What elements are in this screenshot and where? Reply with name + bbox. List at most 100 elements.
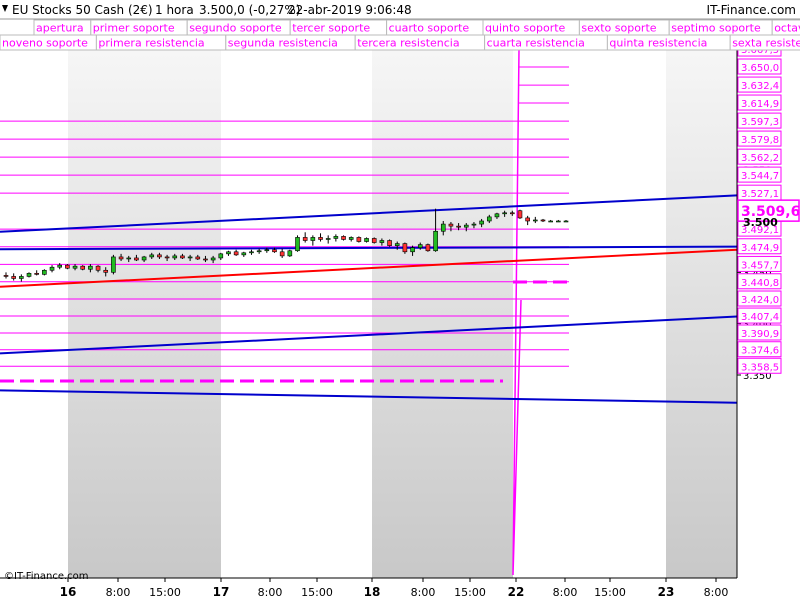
candle-body	[333, 236, 339, 239]
level-label: 3.632,4	[741, 81, 779, 92]
candle-body	[433, 230, 438, 252]
candle-body	[103, 269, 109, 273]
legend-item-label: quinta resistencia	[609, 37, 707, 50]
legend-item-label: cuarto soporte	[389, 22, 470, 35]
instrument-name: EU Stocks 50 Cash (2€)	[12, 3, 153, 17]
candle-body	[548, 220, 553, 223]
candle-body	[540, 219, 546, 222]
legend-item-label: tercer soporte	[292, 22, 370, 35]
candle-body	[164, 256, 170, 259]
x-tick-label: 15:00	[149, 586, 181, 599]
candle-body	[287, 250, 293, 257]
candle-body	[3, 275, 9, 277]
legend-item-label: sexta resistencia	[732, 37, 800, 50]
x-tick-label: 15:00	[594, 586, 626, 599]
candle-body	[272, 249, 277, 253]
candle-body	[187, 256, 193, 259]
session-shade	[68, 50, 221, 578]
candle-body	[417, 244, 423, 248]
copyright-text: ©IT-Finance.com	[4, 571, 89, 582]
candle-body	[264, 249, 270, 252]
candle-body	[502, 212, 507, 215]
candle-body	[256, 250, 262, 253]
candle-body	[410, 247, 415, 253]
x-tick-label: 17	[213, 585, 230, 599]
candle-body	[241, 252, 247, 256]
last-price-label: 3.500	[743, 216, 778, 229]
candle-body	[118, 256, 124, 260]
legend-item-label: tercera resistencia	[357, 37, 459, 50]
level-label: 3.457,7	[741, 260, 779, 271]
level-label: 3.614,9	[741, 99, 779, 110]
candle-body	[310, 237, 316, 241]
level-label: 3.527,1	[741, 189, 779, 200]
candle-body	[149, 254, 155, 258]
candle-body	[440, 223, 446, 232]
level-label: 3.424,0	[741, 295, 779, 306]
legend-item-label: segundo soporte	[189, 22, 282, 35]
candle-body	[111, 256, 116, 273]
candle-body	[318, 237, 323, 240]
session-shade	[666, 50, 737, 578]
candle-body	[279, 251, 285, 257]
level-label: 3.562,2	[741, 153, 779, 164]
candle-body	[471, 223, 477, 226]
legend-item-label: cuarta resistencia	[487, 37, 585, 50]
level-label: 3.358,5	[741, 362, 779, 373]
candle-body	[563, 220, 569, 223]
candle-body	[57, 264, 62, 268]
candle-body	[510, 212, 515, 215]
candle-body	[486, 216, 492, 222]
x-tick-label: 15:00	[301, 586, 333, 599]
candle-body	[371, 238, 377, 243]
candle-body	[210, 257, 216, 261]
x-tick-label: 18	[364, 585, 381, 599]
candle-body	[348, 237, 354, 240]
candle-body	[141, 256, 147, 261]
chart-area: 3.3503.4003.4503.5003.5503.667,53.650,03…	[0, 0, 800, 600]
brand-label: IT-Finance.com	[707, 3, 796, 17]
legend-item-label: quinto soporte	[485, 22, 566, 35]
candle-body	[402, 243, 408, 253]
candle-body	[325, 238, 331, 240]
x-tick-label: 16	[60, 585, 77, 599]
candle-body	[456, 225, 461, 228]
candle-body	[80, 265, 86, 270]
candle-body	[463, 224, 469, 228]
candle-body	[49, 266, 55, 271]
legend-item-label: sexto soporte	[581, 22, 656, 35]
last-quote: 3.500,0 (-0,27%)	[199, 3, 300, 17]
candle-body	[379, 240, 385, 243]
x-tick-label: 8:00	[411, 586, 436, 599]
legend-item-label: primer soporte	[93, 22, 175, 35]
candle-body	[356, 237, 362, 242]
candle-body	[88, 265, 93, 270]
candle-body	[364, 238, 369, 242]
candle-body	[341, 236, 346, 240]
candle-body	[226, 251, 231, 255]
session-shade	[372, 50, 513, 578]
candle-body	[302, 237, 308, 241]
x-tick-label: 8:00	[258, 586, 283, 599]
candle-body	[34, 273, 39, 275]
candle-body	[517, 210, 523, 219]
level-label: 3.440,8	[741, 278, 779, 289]
legend-item-label: primera resistencia	[98, 37, 204, 50]
legend-item-label: noveno soporte	[2, 37, 88, 50]
candle-body	[218, 253, 224, 259]
level-label: 3.374,6	[741, 346, 779, 357]
timeframe-label: 1 hora	[155, 3, 194, 17]
candle-body	[95, 265, 101, 271]
candle-body	[295, 237, 300, 252]
candle-body	[556, 220, 561, 223]
legend-item-label: apertura	[36, 22, 84, 35]
candle-body	[180, 255, 185, 259]
candle-body	[448, 223, 454, 227]
quote-datetime: 22-abr-2019 9:06:48	[288, 3, 412, 17]
level-label: 3.650,0	[741, 63, 779, 74]
legend-item-label: septimo soporte	[671, 22, 761, 35]
level-label: 3.390,9	[741, 329, 779, 340]
candle-body	[233, 251, 239, 256]
x-tick-label: 8:00	[704, 586, 729, 599]
candle-body	[203, 258, 208, 261]
